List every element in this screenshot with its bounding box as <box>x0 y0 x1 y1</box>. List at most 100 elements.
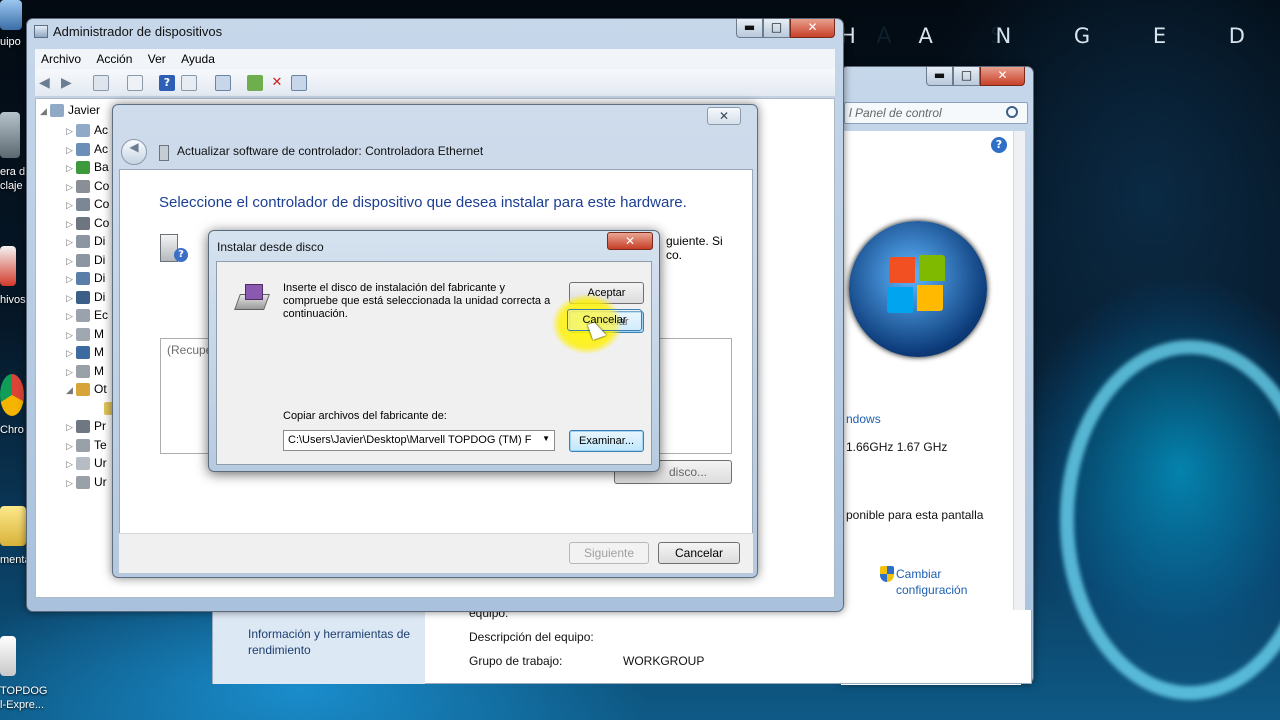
tree-item[interactable]: ▷ Te <box>66 438 107 452</box>
expand-icon[interactable]: ▷ <box>66 348 76 359</box>
tree-root[interactable]: ◢ Javier <box>40 103 100 118</box>
tree-item[interactable]: ▷ Co <box>66 197 110 212</box>
tree-item[interactable]: ▷ Pr <box>66 419 106 434</box>
expand-icon[interactable]: ▷ <box>66 311 76 322</box>
sound-icon <box>76 216 90 230</box>
expand-icon[interactable]: ▷ <box>66 219 76 230</box>
menu-ver[interactable]: Ver <box>142 49 172 66</box>
uninstall-icon[interactable]: ✕ <box>269 75 285 91</box>
tree-item[interactable]: ▷ Di <box>66 253 105 267</box>
computer-icon[interactable] <box>0 0 22 30</box>
caption-buttons: ▬ □ ✕ <box>926 67 1025 86</box>
expand-icon[interactable]: ▷ <box>66 330 76 341</box>
windows-edition-text: ndows <box>846 412 881 426</box>
back-arrow-icon[interactable]: ◀ <box>39 75 55 91</box>
search-icon[interactable] <box>1006 106 1018 118</box>
tree-item-label: Co <box>94 197 110 211</box>
close-button[interactable]: ✕ <box>980 67 1025 86</box>
tree-item[interactable]: ▷ Co <box>66 216 109 230</box>
search-input[interactable]: l Panel de control <box>844 102 1028 124</box>
tree-item-label: Di <box>94 289 106 304</box>
forward-arrow-icon[interactable]: ▶ <box>61 75 77 91</box>
tree-item-label: Di <box>94 234 106 248</box>
disk-drive-icon <box>76 253 90 267</box>
processor-speed-value: 1.66GHz 1.67 GHz <box>846 440 948 454</box>
expand-icon[interactable]: ▷ <box>66 478 76 489</box>
cancel-button-overlay-label: Cancelar <box>567 309 642 331</box>
toolbar: ◀ ▶ ? ✕ <box>35 69 835 97</box>
tree-item[interactable]: ▷ M <box>66 345 104 360</box>
cancel-button[interactable]: Cancelar <box>658 542 740 564</box>
performance-info-link[interactable]: Información y herramientas de rendimient… <box>248 626 428 658</box>
tree-item[interactable]: ▷ Ba <box>66 160 109 175</box>
tree-item[interactable]: ▷ Di <box>66 271 105 286</box>
expand-icon[interactable]: ▷ <box>66 163 76 174</box>
change-settings-link[interactable]: Cambiar configuración <box>896 566 967 598</box>
minimize-button[interactable]: ▬ <box>736 19 763 38</box>
tree-item[interactable]: ▷ M <box>66 327 104 341</box>
expand-icon[interactable]: ▷ <box>66 200 76 211</box>
maximize-button[interactable]: □ <box>763 19 790 38</box>
expand-icon[interactable]: ▷ <box>66 422 76 433</box>
help-icon[interactable]: ? <box>159 75 175 91</box>
properties-icon[interactable] <box>127 75 143 91</box>
desktop-icon-label: Chro <box>0 424 24 436</box>
computer-icon <box>50 104 64 118</box>
menu-bar: Archivo Acción Ver Ayuda <box>35 49 835 69</box>
tree-item[interactable]: ▷ Di <box>66 234 106 249</box>
disable-icon[interactable] <box>291 75 307 91</box>
tree-item[interactable]: ▷ M <box>66 364 104 378</box>
tree-item[interactable]: ▷ Di <box>66 290 105 304</box>
tree-item[interactable]: ▷ Ur <box>66 456 107 471</box>
adapter-icon <box>76 142 90 156</box>
chrome-icon[interactable] <box>0 374 24 416</box>
browse-button[interactable]: Examinar... <box>569 430 644 452</box>
tree-item-label: Pr <box>94 419 106 433</box>
expand-icon[interactable]: ▷ <box>66 274 76 285</box>
vertical-scrollbar[interactable] <box>1013 131 1025 677</box>
close-button[interactable]: ✕ <box>607 232 653 250</box>
expand-icon[interactable]: ▷ <box>66 126 76 137</box>
show-hide-tree-icon[interactable] <box>93 75 109 91</box>
close-button[interactable]: ✕ <box>790 19 835 38</box>
help-icon[interactable]: ? <box>991 137 1007 153</box>
minimize-button[interactable]: ▬ <box>926 67 953 86</box>
update-driver-icon[interactable] <box>247 75 263 91</box>
expand-icon[interactable]: ▷ <box>66 182 76 193</box>
path-combobox[interactable]: C:\Users\Javier\Desktop\Marvell TOPDOG (… <box>283 430 555 451</box>
back-button[interactable]: ◀ <box>121 139 147 165</box>
workgroup-label: Grupo de trabajo: <box>469 654 563 668</box>
file-icon[interactable] <box>0 636 16 676</box>
audio-device-icon <box>76 124 90 138</box>
expand-icon[interactable]: ▷ <box>66 237 76 248</box>
chevron-down-icon[interactable]: ▼ <box>542 434 550 443</box>
tree-item[interactable]: ▷ Ac <box>66 123 108 138</box>
menu-accion[interactable]: Acción <box>90 49 138 66</box>
expand-icon[interactable]: ▷ <box>66 145 76 156</box>
expand-icon[interactable]: ▷ <box>66 367 76 378</box>
tree-item-label: M <box>94 363 104 378</box>
tree-item[interactable]: ▷ Ac <box>66 142 108 156</box>
recycle-bin-icon[interactable] <box>0 112 20 158</box>
tree-item-label: Ba <box>94 160 109 174</box>
menu-archivo[interactable]: Archivo <box>35 49 87 66</box>
maximize-button[interactable]: □ <box>953 67 980 86</box>
tree-item[interactable]: ▷ Co <box>66 179 109 193</box>
folder-icon[interactable] <box>0 506 26 546</box>
archive-icon[interactable] <box>0 246 16 286</box>
collapse-icon[interactable]: ◢ <box>66 385 76 396</box>
expand-icon[interactable]: ▷ <box>66 256 76 267</box>
expand-icon[interactable]: ▷ <box>66 441 76 452</box>
tree-item-label: Di <box>94 252 106 267</box>
tree-item[interactable]: ◢ Ot <box>66 382 107 397</box>
scan-hardware-icon[interactable] <box>215 75 231 91</box>
tree-item[interactable]: ▷ Ur <box>66 475 107 489</box>
next-button[interactable]: Siguiente <box>569 542 649 564</box>
close-button[interactable]: ✕ <box>707 107 741 125</box>
collapse-icon[interactable]: ◢ <box>40 106 50 117</box>
menu-ayuda[interactable]: Ayuda <box>175 49 221 66</box>
expand-icon[interactable]: ▷ <box>66 293 76 304</box>
expand-icon[interactable]: ▷ <box>66 459 76 470</box>
tree-item[interactable]: ▷ Ec <box>66 308 108 323</box>
view-icon[interactable] <box>181 75 197 91</box>
